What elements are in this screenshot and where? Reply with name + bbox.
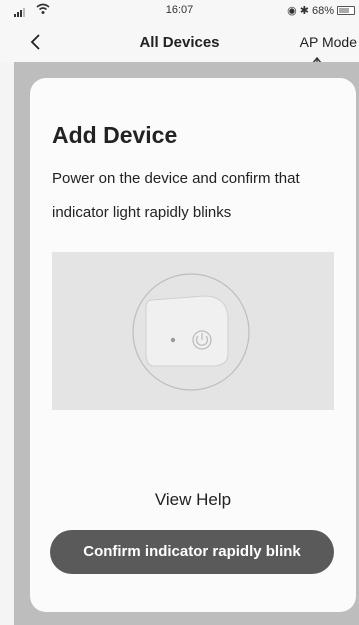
battery-level (339, 8, 349, 13)
view-help-link[interactable]: View Help (30, 490, 356, 510)
add-device-card: Add Device Power on the device and confi… (30, 78, 356, 612)
status-right-group: ◉ ✱ 68% (287, 4, 355, 17)
card-heading: Add Device (52, 122, 178, 148)
device-drawing (132, 273, 250, 391)
battery-percent: 68% (311, 4, 334, 17)
alarm-icon: ◉ (287, 5, 297, 17)
status-bar: 16:07 ◉ ✱ 68% (0, 0, 359, 22)
confirm-button[interactable]: Confirm indicator rapidly blink (50, 530, 334, 574)
bluetooth-icon: ✱ (299, 5, 309, 17)
battery-icon (337, 6, 355, 15)
card-description: Power on the device and confirm that ind… (52, 170, 300, 221)
ap-mode-button[interactable]: AP Mode (300, 34, 357, 50)
device-illustration (52, 252, 334, 410)
